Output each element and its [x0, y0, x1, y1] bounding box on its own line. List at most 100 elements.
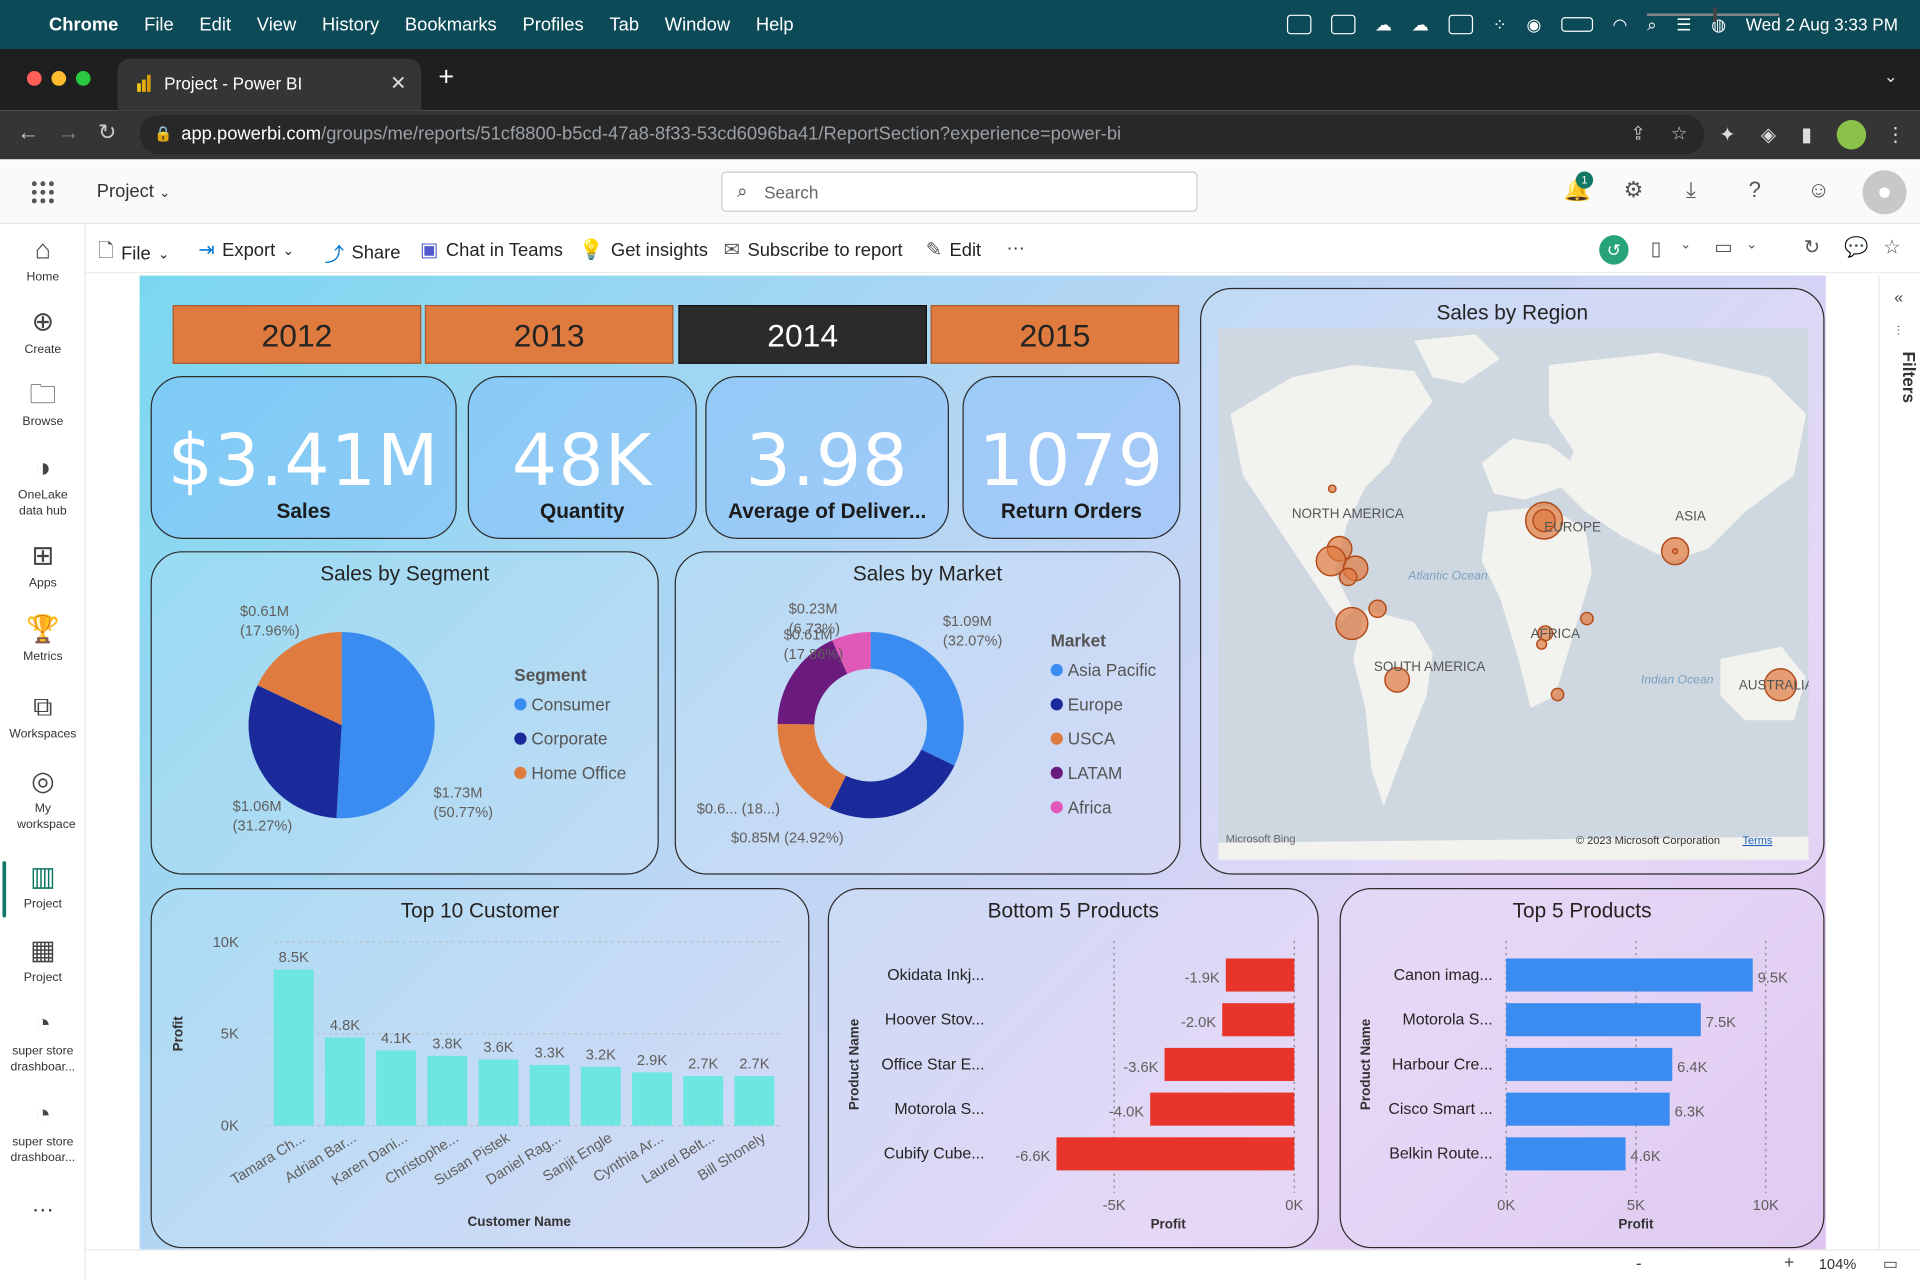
- menu-tab[interactable]: Tab: [609, 14, 639, 35]
- bar[interactable]: [427, 1055, 468, 1126]
- nav-my-workspace[interactable]: ◎ My workspace: [0, 766, 86, 833]
- top-5-products-visual[interactable]: Top 5 Products 0K 5K 10K Canon imag... 9.5K M…: [1339, 888, 1826, 1249]
- legend-item[interactable]: Asia Pacific: [1068, 660, 1157, 680]
- bookmark-star-icon[interactable]: ☆: [1671, 122, 1687, 145]
- sales-by-market-visual[interactable]: Sales by Market $1.09M (32.07%) $0.61M (17.…: [674, 551, 1181, 875]
- map-terms-link[interactable]: Terms: [1742, 835, 1772, 847]
- bar[interactable]: [683, 1076, 724, 1126]
- year-slicer-2015[interactable]: 2015: [930, 305, 1180, 364]
- control-center-icon[interactable]: ☰: [1676, 14, 1691, 35]
- bar[interactable]: [1225, 958, 1295, 992]
- export-button[interactable]: ⇥ Export ⌄: [198, 238, 293, 262]
- top-products-bar-chart[interactable]: 0K 5K 10K Canon imag... 9.5K Motorola S... 7.5…: [1341, 889, 1826, 1249]
- nav-superstore-2[interactable]: ◔ super store drashboar...: [0, 1099, 86, 1166]
- legend-item[interactable]: Corporate: [531, 729, 607, 749]
- menu-help[interactable]: Help: [756, 14, 794, 35]
- settings-gear-icon[interactable]: ⚙: [1624, 178, 1644, 204]
- share-page-icon[interactable]: ⇪: [1630, 122, 1645, 145]
- maximize-window-button[interactable]: [75, 71, 91, 86]
- chrome-menu-icon[interactable]: ⋮: [1886, 122, 1906, 146]
- menu-history[interactable]: History: [322, 14, 379, 35]
- side-panel-icon[interactable]: ▮: [1801, 122, 1812, 146]
- download-icon[interactable]: ⤓: [1686, 178, 1696, 204]
- collapse-chevron-icon[interactable]: «: [1894, 288, 1903, 306]
- tab-search-chevron-icon[interactable]: ⌄: [1884, 66, 1898, 87]
- download-tray-icon[interactable]: [1448, 14, 1473, 35]
- reset-icon[interactable]: ↺: [1599, 235, 1629, 265]
- feedback-smiley-icon[interactable]: ☺: [1807, 178, 1830, 204]
- back-arrow-icon[interactable]: ←: [17, 120, 39, 146]
- menu-bookmarks[interactable]: Bookmarks: [405, 14, 497, 35]
- bar[interactable]: [1150, 1092, 1295, 1126]
- help-icon[interactable]: ?: [1749, 178, 1761, 204]
- year-slicer-2012[interactable]: 2012: [172, 305, 422, 364]
- kpi-card-sales[interactable]: $3.41M Sales: [150, 376, 457, 539]
- filters-pane[interactable]: « ⫶ Filters: [1878, 275, 1920, 1250]
- search-input[interactable]: ⌕ Search: [721, 171, 1198, 212]
- app-launcher-icon[interactable]: [31, 181, 54, 204]
- slice-usca[interactable]: [777, 723, 846, 809]
- world-map[interactable]: NORTH AMERICA SOUTH AMERICA EUROPE ASIA …: [1218, 328, 1809, 860]
- forward-arrow-icon[interactable]: →: [58, 120, 80, 146]
- menu-file[interactable]: File: [144, 14, 174, 35]
- menu-view[interactable]: View: [257, 14, 296, 35]
- bar[interactable]: [1506, 1092, 1670, 1126]
- bottom-5-products-visual[interactable]: Bottom 5 Products -5K 0K Okidata Inkj... -1…: [827, 888, 1320, 1249]
- extensions-puzzle-icon[interactable]: ✦: [1719, 122, 1735, 146]
- url-input[interactable]: 🔒 app.powerbi.com/groups/me/reports/51cf…: [139, 115, 1705, 155]
- file-menu-button[interactable]: 🗋 File ⌄: [98, 238, 169, 271]
- reload-icon[interactable]: ↻: [98, 120, 116, 146]
- menubar-datetime[interactable]: Wed 2 Aug 3:33 PM: [1746, 15, 1898, 35]
- profile-avatar[interactable]: [1836, 120, 1867, 150]
- menu-app-name[interactable]: Chrome: [49, 14, 118, 35]
- wifi-icon[interactable]: ◠: [1613, 14, 1628, 35]
- bar[interactable]: [1506, 958, 1753, 992]
- nav-apps[interactable]: ⊞ Apps: [0, 540, 86, 591]
- get-insights-button[interactable]: 💡 Get insights: [579, 238, 708, 262]
- close-window-button[interactable]: [26, 71, 42, 86]
- minimize-window-button[interactable]: [51, 71, 67, 86]
- tab-close-icon[interactable]: ✕: [390, 71, 406, 95]
- bottom-products-bar-chart[interactable]: -5K 0K Okidata Inkj... -1.9K Hoover Stov... -…: [829, 889, 1320, 1249]
- nav-project-report[interactable]: ▥ Project: [0, 861, 86, 912]
- nav-onelake[interactable]: ◑ OneLake data hub: [0, 452, 86, 519]
- slice-europe[interactable]: [829, 749, 955, 819]
- comment-icon[interactable]: 💬: [1844, 235, 1868, 259]
- favorite-star-icon[interactable]: ☆: [1883, 235, 1901, 259]
- kpi-card-quantity[interactable]: 48K Quantity: [467, 376, 697, 539]
- fit-to-page-icon[interactable]: ▭: [1883, 1254, 1898, 1274]
- word-icon[interactable]: [1286, 14, 1312, 35]
- bar[interactable]: [273, 969, 314, 1126]
- zoom-in-icon[interactable]: +: [1784, 1252, 1794, 1272]
- kpi-card-return-orders[interactable]: 1079 Return Orders: [962, 376, 1181, 539]
- bookmark-icon[interactable]: ▯: [1651, 236, 1662, 260]
- cloud-filled-icon[interactable]: ☁: [1412, 14, 1429, 35]
- user-circle-icon[interactable]: ◉: [1527, 14, 1542, 35]
- dots-icon[interactable]: ⁘: [1493, 14, 1507, 35]
- chevron-down-icon[interactable]: ⌄: [1680, 236, 1691, 253]
- nav-create[interactable]: ⊕ Create: [0, 306, 86, 357]
- more-options-button[interactable]: ···: [1007, 238, 1025, 259]
- legend-item[interactable]: Home Office: [531, 763, 626, 783]
- bar[interactable]: [1164, 1047, 1295, 1081]
- legend-item[interactable]: Consumer: [531, 694, 610, 714]
- lock-icon[interactable]: 🔒: [154, 125, 172, 142]
- slice-asia-pacific[interactable]: [870, 632, 964, 766]
- bar[interactable]: [1506, 1047, 1673, 1081]
- chat-in-teams-button[interactable]: ▣ Chat in Teams: [420, 238, 563, 262]
- year-slicer-2014[interactable]: 2014: [678, 305, 927, 364]
- calendar-icon[interactable]: [1330, 14, 1356, 35]
- bar[interactable]: [734, 1076, 775, 1126]
- sales-by-region-visual[interactable]: Sales by Region NORTH AMERICA SOUTH AMER…: [1200, 287, 1825, 875]
- menu-window[interactable]: Window: [665, 14, 730, 35]
- legend-item[interactable]: LATAM: [1068, 763, 1123, 783]
- view-icon[interactable]: ▭: [1714, 235, 1733, 259]
- bar[interactable]: [376, 1050, 417, 1126]
- bar[interactable]: [478, 1059, 519, 1126]
- bar[interactable]: [529, 1065, 570, 1126]
- share-button[interactable]: ⤴ Share: [324, 238, 400, 267]
- top-customer-bar-chart[interactable]: 0K5K10K8.5KTamara Ch...4.8KAdrian Bar...…: [152, 889, 811, 1249]
- chevron-down-icon[interactable]: ⌄: [1746, 236, 1757, 253]
- sales-by-segment-visual[interactable]: Sales by Segment $1.73M (50.77%) $1.06M (31…: [150, 551, 659, 875]
- extension-icon[interactable]: ◈: [1761, 122, 1776, 146]
